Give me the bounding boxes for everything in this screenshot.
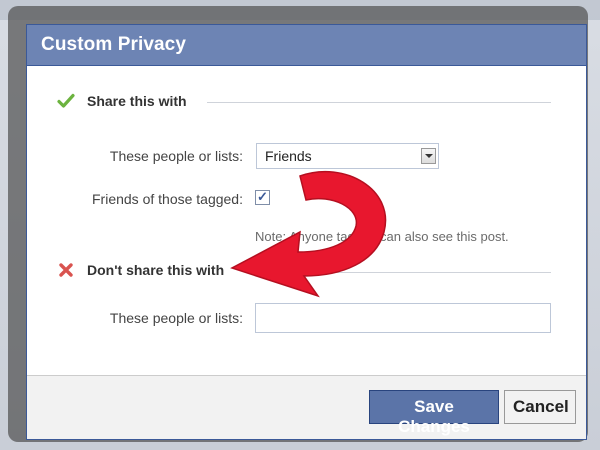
annotation-arrow — [230, 171, 387, 298]
